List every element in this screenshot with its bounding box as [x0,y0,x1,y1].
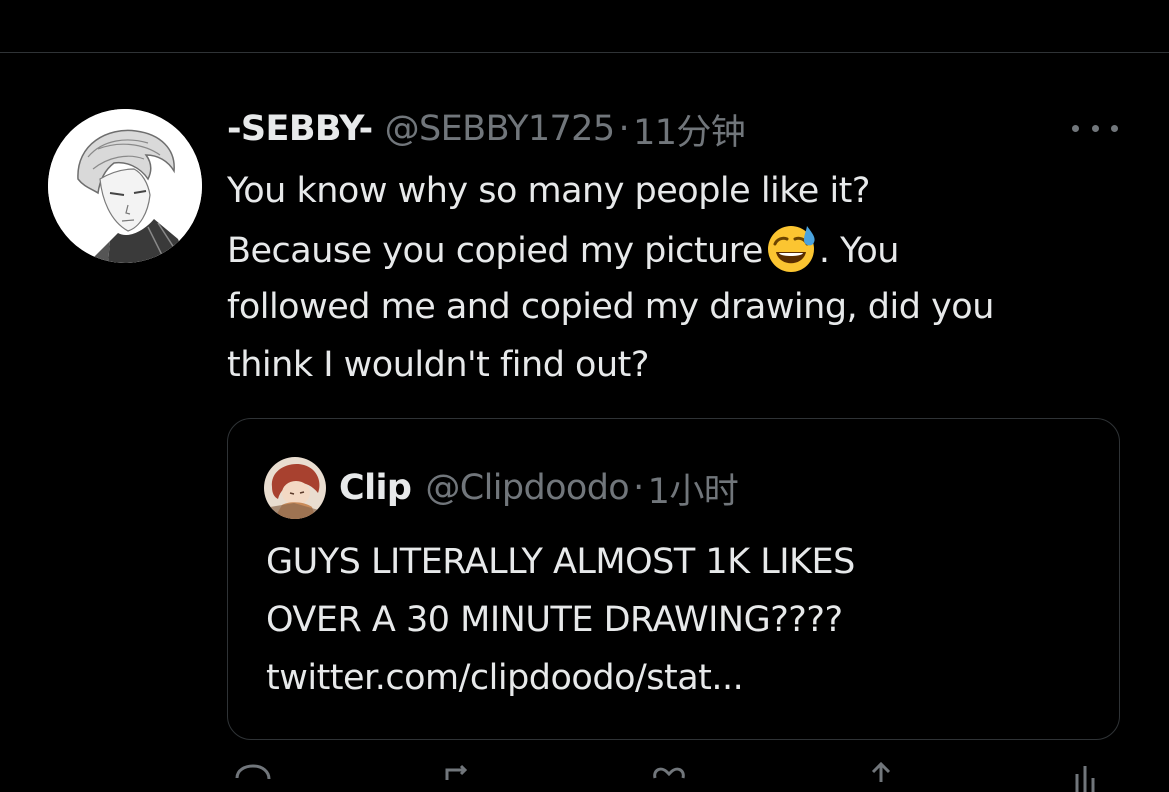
tweet-text-segment: Because you copied my picture [227,231,763,271]
quoted-text-line: OVER A 30 MINUTE DRAWING???? [266,600,843,640]
quoted-text-line: GUYS LITERALLY ALMOST 1K LIKES [266,542,855,582]
tweet-text-line: You know why so many people like it? [227,171,870,211]
grinning-face-with-sweat-emoji [767,226,815,272]
tweet-header: -SEBBY- @SEBBY1725 · 11分钟 [227,104,746,155]
like-icon[interactable] [647,762,691,792]
tweet-text-line: followed me and copied my drawing, did y… [227,287,994,327]
quoted-author-display-name[interactable]: Clip [339,468,412,508]
reply-icon[interactable] [231,762,275,792]
quoted-author-avatar[interactable] [264,457,326,519]
quoted-tweet-card[interactable]: Clip @Clipdoodo · 1小时 GUYS LITERALLY ALM… [227,418,1120,740]
quoted-tweet-text: GUYS LITERALLY ALMOST 1K LIKES OVER A 30… [266,533,1096,707]
tweet-text-line: Because you copied my picture . You [227,220,1137,278]
tweet-text: You know why so many people like it? Bec… [227,162,1137,394]
author-display-name[interactable]: -SEBBY- [227,109,373,149]
more-options-icon[interactable] [1072,114,1118,142]
header-separator: · [618,109,630,149]
avatar-illustration [48,109,202,263]
more-dot [1072,124,1079,132]
quoted-header-separator: · [633,468,644,508]
quoted-avatar-illustration [264,457,326,519]
tweet-text-segment: . You [818,231,900,271]
quoted-tweet-timestamp[interactable]: 1小时 [648,463,739,514]
tweet-text-line: think I wouldn't find out? [227,345,649,385]
tweet-timestamp[interactable]: 11分钟 [633,104,746,155]
author-avatar[interactable] [48,109,202,263]
more-dot [1111,124,1118,132]
more-dot [1091,124,1099,132]
retweet-icon[interactable] [433,762,477,792]
quoted-tweet-header: Clip @Clipdoodo · 1小时 [339,463,739,514]
tweet-action-bar [227,762,1120,792]
quoted-author-handle[interactable]: @Clipdoodo [425,468,629,508]
analytics-icon[interactable] [1063,762,1107,792]
quoted-text-line: twitter.com/clipdoodo/stat... [266,658,744,698]
share-icon[interactable] [859,762,903,792]
author-handle[interactable]: @SEBBY1725 [385,109,616,149]
top-divider [0,52,1169,53]
